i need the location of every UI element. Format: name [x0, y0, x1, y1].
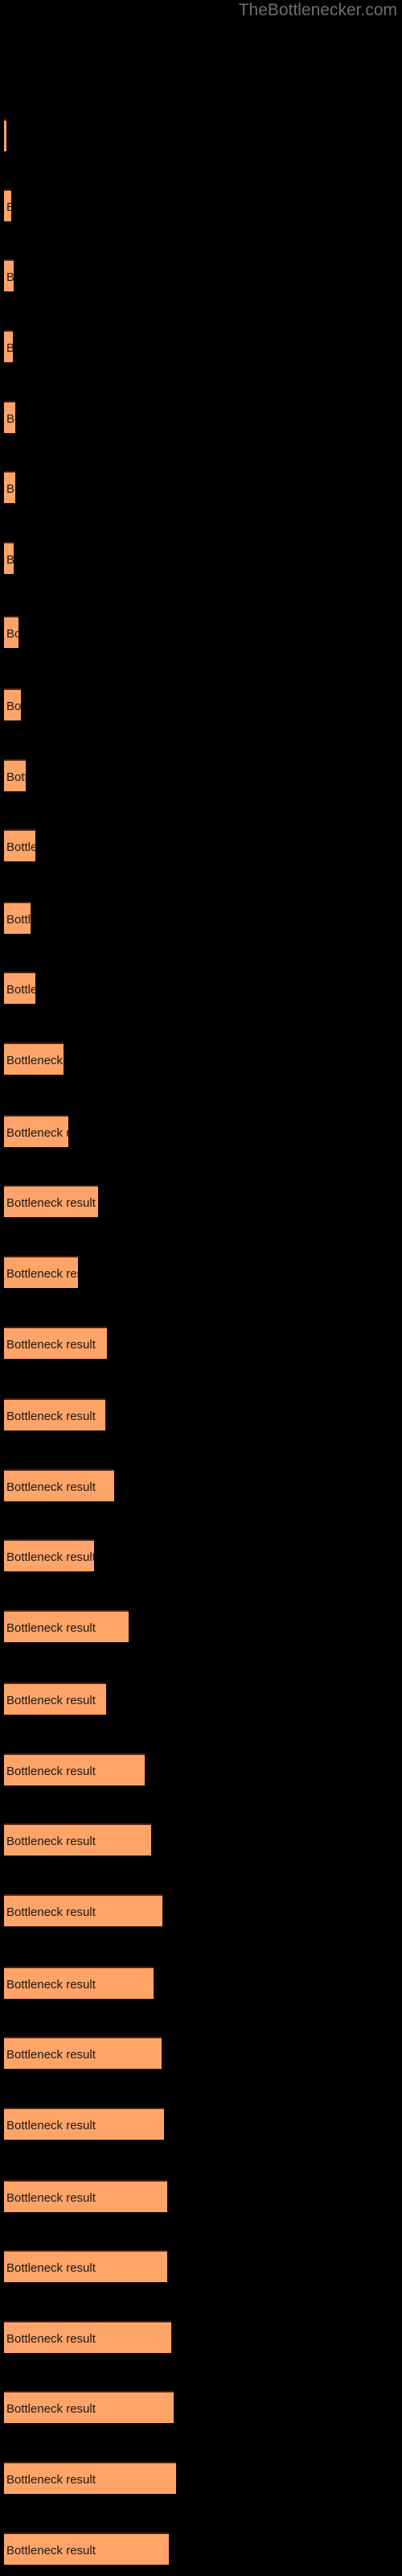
- bar: Bottleneck result: [4, 401, 15, 433]
- bar-label: Bottleneck result: [6, 191, 11, 221]
- bar-label: Bottleneck result: [6, 412, 15, 426]
- bar-label: Bottleneck result: [6, 1196, 96, 1210]
- bar: Bottleneck result: [4, 1042, 64, 1075]
- bar: Bottleneck result: [4, 2462, 176, 2494]
- bar: Bottleneck result: [4, 1894, 162, 1926]
- bar-label: Bottleneck result: [6, 1267, 78, 1281]
- bar-label: Bottleneck result: [6, 2544, 96, 2557]
- bar-label: Bottleneck result: [6, 1621, 96, 1635]
- bar: Bottleneck result: [4, 1753, 145, 1785]
- bar-label: Bottleneck result: [6, 2119, 96, 2132]
- bar-label: Bottleneck result: [6, 332, 13, 362]
- bar: Bottleneck result: [4, 616, 18, 648]
- bar-label: Bottleneck result: [6, 700, 21, 713]
- bar: Bottleneck result: [4, 2533, 169, 2565]
- bar-label: Bottleneck result: [6, 1694, 96, 1707]
- bar-label: Bottleneck result: [6, 1338, 96, 1352]
- bar-label: Bottleneck result: [6, 627, 18, 641]
- bar-label: Bottleneck result: [6, 2048, 96, 2062]
- bar: Bottleneck result: [4, 471, 15, 503]
- bar: Bottleneck result: [4, 1185, 98, 1217]
- bar-label: Bottleneck result: [6, 1054, 64, 1067]
- bar-label: Bottleneck result: [6, 2402, 96, 2416]
- bar-label: Bottleneck result: [6, 1905, 96, 1919]
- bar-label: Bottleneck result: [6, 261, 14, 291]
- bar: Bottleneck result: [4, 1327, 107, 1359]
- bar: Bottleneck result: [4, 1823, 151, 1856]
- bar-label: Bottleneck result: [6, 1480, 96, 1494]
- bar-label: Bottleneck result: [6, 1978, 96, 1992]
- bar-chart: TheBottlenecker.com Bottleneck resultBot…: [0, 0, 402, 2576]
- bar: Bottleneck result: [4, 972, 35, 1004]
- bar: Bottleneck result: [4, 1967, 154, 1999]
- bar-label: Bottleneck result: [6, 543, 14, 574]
- bar: Bottleneck result: [4, 688, 21, 720]
- bar-label: Bottleneck result: [6, 1835, 96, 1848]
- bar: Bottleneck result: [4, 1610, 129, 1642]
- plot-area: Bottleneck result Bottleneck result Bottle…: [0, 0, 402, 2576]
- bar: Bottleneck result: [4, 2037, 162, 2069]
- bar: Bottleneck result: [4, 119, 6, 151]
- bar: Bottleneck result: [4, 829, 35, 861]
- bar: Bottleneck result: [4, 259, 14, 291]
- bar-label: Bottleneck result: [6, 2191, 96, 2205]
- bar-label: Bottleneck result: [6, 2261, 96, 2275]
- bar-label: Bottleneck result: [6, 2473, 96, 2487]
- bar-label: Bottleneck result: [6, 840, 35, 854]
- bar-label: Bottleneck result: [6, 1410, 96, 1423]
- bar-label: Bottleneck result: [6, 983, 35, 997]
- bar: Bottleneck result: [4, 189, 11, 221]
- bar-label: Bottleneck result: [6, 482, 15, 496]
- bar-label: Bottleneck result: [6, 1550, 94, 1564]
- bar: Bottleneck result: [4, 2391, 174, 2423]
- bar: Bottleneck result: [4, 1398, 105, 1430]
- bar: Bottleneck result: [4, 1539, 94, 1571]
- bar-label: Bottleneck result: [6, 1126, 68, 1140]
- bar: Bottleneck result: [4, 2321, 171, 2353]
- bar-label: Bottleneck result: [6, 2332, 96, 2346]
- bar: Bottleneck result: [4, 2180, 167, 2212]
- bar: Bottleneck result: [4, 759, 26, 791]
- bar: Bottleneck result: [4, 1682, 106, 1715]
- bar: Bottleneck result: [4, 2250, 167, 2282]
- bar: Bottleneck result: [4, 1256, 78, 1288]
- bar: Bottleneck result: [4, 1115, 68, 1147]
- bar: Bottleneck result: [4, 330, 13, 362]
- bar: Bottleneck result: [4, 542, 14, 574]
- bar-label: Bottleneck result: [6, 913, 31, 927]
- bar: Bottleneck result: [4, 1469, 114, 1501]
- bar: Bottleneck result: [4, 2107, 164, 2140]
- bar: Bottleneck result: [4, 902, 31, 934]
- bar-label: Bottleneck result: [6, 770, 26, 784]
- bar-label: Bottleneck result: [6, 1765, 96, 1778]
